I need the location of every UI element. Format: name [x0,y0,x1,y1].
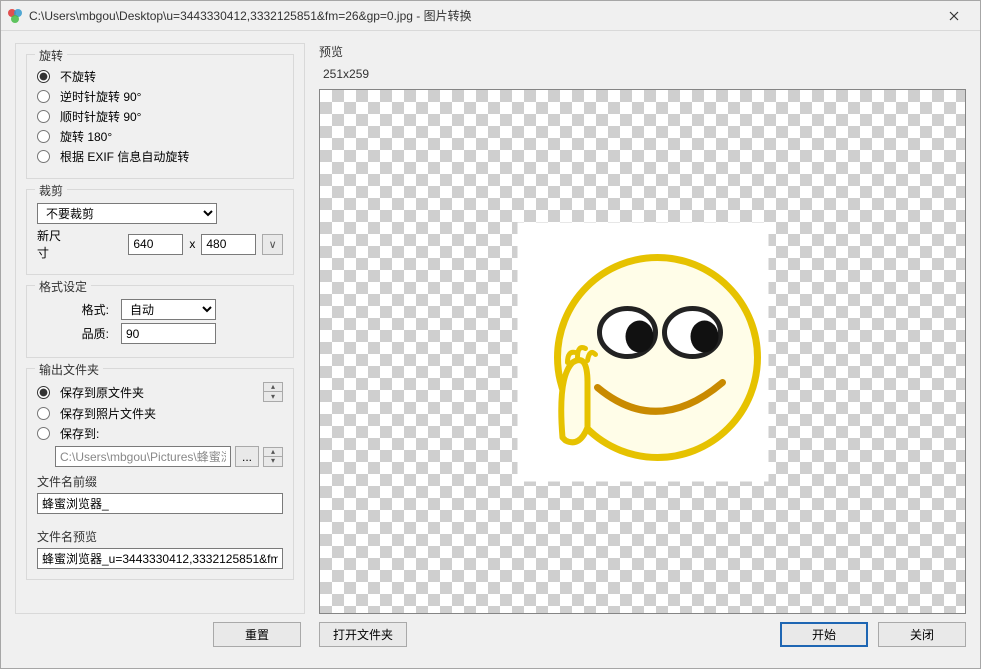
quality-label: 品质: [37,325,115,342]
body: 旋转 不旋转 逆时针旋转 90° 顺时针旋转 90° [1,31,980,668]
open-folder-button[interactable]: 打开文件夹 [319,622,407,647]
preview-heading: 预览 [319,43,966,60]
crop-newsize-label: 新尺寸 [37,227,72,261]
rotate-cw90-row[interactable]: 顺时针旋转 90° [37,108,283,125]
quality-row: 品质: [37,323,283,344]
rotate-cw90-radio[interactable] [37,110,50,123]
format-legend: 格式设定 [35,278,91,295]
format-group: 格式设定 格式: 自动 品质: [26,285,294,358]
rotate-180-label: 旋转 180° [60,128,112,145]
output-path-row: ... ▴ ▾ [55,446,283,467]
output-original-label: 保存到原文件夹 [60,384,144,401]
rotate-none-label: 不旋转 [60,68,96,85]
rotate-group: 旋转 不旋转 逆时针旋转 90° 顺时针旋转 90° [26,54,294,179]
output-group: 输出文件夹 保存到原文件夹 ▴ ▾ 保存到照片文件夹 [26,368,294,580]
output-photos-row[interactable]: 保存到照片文件夹 [37,405,283,422]
crop-width-input[interactable] [128,234,183,255]
output-original-row[interactable]: 保存到原文件夹 ▴ ▾ [37,382,283,402]
spin-up-icon[interactable]: ▴ [263,447,283,457]
settings-panel: 旋转 不旋转 逆时针旋转 90° 顺时针旋转 90° [15,43,305,614]
spin-down-icon[interactable]: ▾ [263,392,283,402]
rotate-exif-radio[interactable] [37,150,50,163]
rotate-cw90-label: 顺时针旋转 90° [60,108,141,125]
filename-preview-label: 文件名预览 [37,528,283,545]
window-title: C:\Users\mbgou\Desktop\u=3443330412,3332… [29,7,934,24]
output-spin-1[interactable]: ▴ ▾ [263,382,283,402]
rotate-ccw90-label: 逆时针旋转 90° [60,88,141,105]
window-root: C:\Users\mbgou\Desktop\u=3443330412,3332… [0,0,981,669]
crop-group: 裁剪 不要裁剪 新尺寸 x ∨ [26,189,294,275]
reset-button[interactable]: 重置 [213,622,301,647]
app-icon [7,8,23,24]
crop-legend: 裁剪 [35,182,67,199]
format-label: 格式: [37,301,115,318]
window-close-button[interactable] [934,2,974,30]
rotate-180-row[interactable]: 旋转 180° [37,128,283,145]
output-photos-radio[interactable] [37,407,50,420]
left-footer: 重置 [15,614,305,654]
crop-x-separator: x [189,237,195,251]
titlebar: C:\Users\mbgou\Desktop\u=3443330412,3332… [1,1,980,31]
output-legend: 输出文件夹 [35,361,103,378]
prefix-input[interactable] [37,493,283,514]
output-custom-row[interactable]: 保存到: [37,425,283,442]
output-path-input [55,446,231,467]
output-browse-button[interactable]: ... [235,446,259,467]
preview-canvas [319,89,966,614]
close-button[interactable]: 关闭 [878,622,966,647]
rotate-none-row[interactable]: 不旋转 [37,68,283,85]
crop-swap-button[interactable]: ∨ [262,234,283,255]
preview-image [517,222,768,481]
filename-preview-input[interactable] [37,548,283,569]
rotate-exif-label: 根据 EXIF 信息自动旋转 [60,148,189,165]
prefix-label: 文件名前缀 [37,473,283,490]
format-row: 格式: 自动 [37,299,283,320]
spin-up-icon[interactable]: ▴ [263,382,283,392]
rotate-legend: 旋转 [35,47,67,64]
preview-column: 预览 251x259 [319,43,966,654]
crop-size-row: 新尺寸 x ∨ [37,227,283,261]
crop-mode-row: 不要裁剪 [37,203,283,224]
rotate-none-radio[interactable] [37,70,50,83]
quality-input[interactable] [121,323,216,344]
rotate-exif-row[interactable]: 根据 EXIF 信息自动旋转 [37,148,283,165]
right-footer: 打开文件夹 开始 关闭 [319,614,966,654]
output-photos-label: 保存到照片文件夹 [60,405,156,422]
format-select[interactable]: 自动 [121,299,216,320]
output-custom-radio[interactable] [37,427,50,440]
output-spin-2[interactable]: ▴ ▾ [263,447,283,467]
start-button[interactable]: 开始 [780,622,868,647]
crop-mode-select[interactable]: 不要裁剪 [37,203,217,224]
output-custom-label: 保存到: [60,425,99,442]
crop-height-input[interactable] [201,234,256,255]
preview-dimensions: 251x259 [323,67,966,81]
output-original-radio[interactable] [37,386,50,399]
settings-column: 旋转 不旋转 逆时针旋转 90° 顺时针旋转 90° [15,43,305,654]
rotate-ccw90-row[interactable]: 逆时针旋转 90° [37,88,283,105]
spin-down-icon[interactable]: ▾ [263,457,283,467]
rotate-180-radio[interactable] [37,130,50,143]
rotate-ccw90-radio[interactable] [37,90,50,103]
